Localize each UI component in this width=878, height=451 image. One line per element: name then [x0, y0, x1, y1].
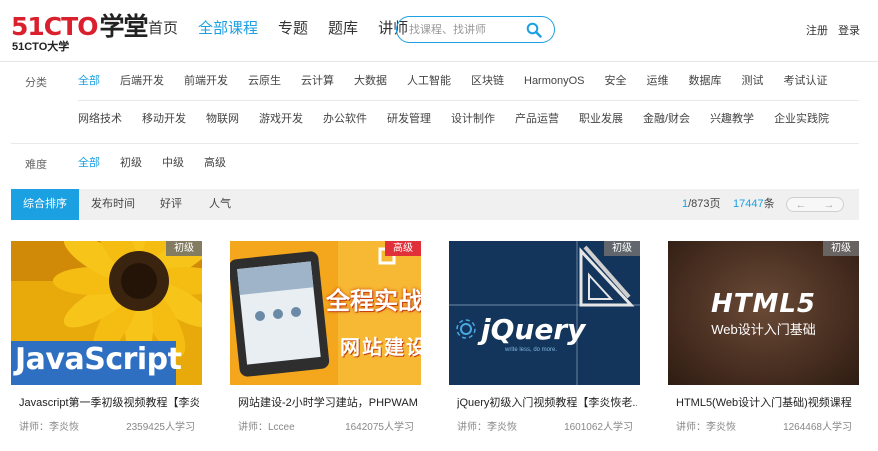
course-card[interactable]: jQuery write less, do more. 初级 jQuery初级入… [449, 241, 640, 441]
sort-bar: 综合排序 发布时间 好评 人气 1/873页 17447条 ← → [11, 189, 859, 220]
logo-wordmark: 51CTO学堂 [11, 12, 148, 41]
category-option-7[interactable]: 区块链 [471, 74, 504, 88]
level-badge: 高级 [385, 241, 421, 256]
course-title[interactable]: HTML5(Web设计入门基础)视频课程 [676, 396, 856, 410]
category-option-0[interactable]: 全部 [78, 74, 100, 88]
course-title[interactable]: Javascript第一季初级视频教程【李炎... [19, 396, 199, 410]
category-option-row2-7[interactable]: 产品运营 [515, 112, 559, 126]
course-title[interactable]: 网站建设-2小时学习建站，PHPWAM... [238, 396, 418, 410]
category-option-row2-10[interactable]: 兴趣教学 [710, 112, 754, 126]
category-option-row2-5[interactable]: 研发管理 [387, 112, 431, 126]
site-header: 51CTO学堂 51CTO大学 首页 全部课程 专题 题库 讲师 注册 登录 [0, 0, 878, 62]
thumbnail-title: JavaScript [15, 342, 182, 377]
thumbnail-title: jQuery [481, 313, 586, 346]
next-page-icon[interactable]: → [824, 199, 835, 211]
filter-divider [11, 143, 859, 144]
level-badge: 初级 [604, 241, 640, 256]
sort-tab-rating[interactable]: 好评 [158, 189, 184, 220]
category-option-row2-0[interactable]: 网络技术 [78, 112, 122, 126]
category-option-6[interactable]: 人工智能 [407, 74, 451, 88]
category-label: 分类 [25, 77, 47, 89]
level-badge: 初级 [166, 241, 202, 256]
course-thumbnail-javascript[interactable]: JavaScript 初级 [11, 241, 202, 385]
total-pages: /873页 [688, 198, 721, 210]
thumbnail-subtitle: 网站建设 [340, 337, 421, 359]
course-card[interactable]: 全程实战 网站建设 高级 网站建设-2小时学习建站，PHPWAM... 讲师：L… [230, 241, 421, 441]
auth-links: 注册 登录 [806, 22, 860, 38]
category-divider [78, 100, 859, 101]
difficulty-option-0[interactable]: 全部 [78, 156, 100, 170]
course-learners: 1601062人学习 [564, 422, 633, 433]
nav-item-topics[interactable]: 专题 [278, 19, 308, 39]
category-option-5[interactable]: 大数据 [354, 74, 387, 88]
course-teacher: 讲师：Lccee [238, 422, 295, 433]
thumbnail-subtitle: Web设计入门基础 [711, 322, 816, 337]
course-learners: 1642075人学习 [345, 422, 414, 433]
category-option-11[interactable]: 数据库 [689, 74, 722, 88]
category-option-row2-3[interactable]: 游戏开发 [259, 112, 303, 126]
nav-item-all-courses[interactable]: 全部课程 [198, 19, 258, 39]
nav-item-question-bank[interactable]: 题库 [328, 19, 358, 39]
course-thumbnail-html5[interactable]: HTML5 Web设计入门基础 初级 [668, 241, 859, 385]
course-learners: 1264468人学习 [783, 422, 852, 433]
category-option-9[interactable]: 安全 [605, 74, 627, 88]
category-option-row2-11[interactable]: 企业实践院 [774, 112, 829, 126]
category-option-row2-2[interactable]: 物联网 [206, 112, 239, 126]
search-icon[interactable] [526, 22, 542, 38]
site-logo[interactable]: 51CTO学堂 51CTO大学 [11, 12, 148, 56]
difficulty-option-3[interactable]: 高级 [204, 156, 226, 170]
course-teacher: 讲师：李炎恢 [676, 422, 736, 433]
course-learners: 2359425人学习 [126, 422, 195, 433]
thumbnail-title: HTML5 [710, 289, 817, 319]
course-thumbnail-website[interactable]: 全程实战 网站建设 高级 [230, 241, 421, 385]
course-teacher: 讲师：李炎恢 [457, 422, 517, 433]
category-option-8[interactable]: HarmonyOS [524, 74, 585, 88]
prev-page-icon[interactable]: ← [796, 199, 807, 211]
thumbnail-title: 全程实战 [326, 288, 421, 315]
category-option-row2-1[interactable]: 移动开发 [142, 112, 186, 126]
course-card[interactable]: HTML5 Web设计入门基础 初级 HTML5(Web设计入门基础)视频课程 … [668, 241, 859, 441]
category-option-10[interactable]: 运维 [647, 74, 669, 88]
course-thumbnail-jquery[interactable]: jQuery write less, do more. 初级 [449, 241, 640, 385]
category-option-row2-6[interactable]: 设计制作 [451, 112, 495, 126]
course-card[interactable]: JavaScript 初级 Javascript第一季初级视频教程【李炎... … [11, 241, 202, 441]
category-option-3[interactable]: 云原生 [248, 74, 281, 88]
category-filter-row-2: 网络技术 移动开发 物联网 游戏开发 办公软件 研发管理 设计制作 产品运营 职业发展 金融/财会… [78, 112, 849, 126]
category-option-1[interactable]: 后端开发 [120, 74, 164, 88]
pager-arrows: ← → [786, 197, 844, 212]
category-option-13[interactable]: 考试认证 [784, 74, 828, 88]
category-option-12[interactable]: 测试 [742, 74, 764, 88]
course-teacher: 讲师：李炎恢 [19, 422, 79, 433]
result-count-unit: 条 [763, 198, 775, 210]
search-box [396, 16, 555, 43]
search-input[interactable] [409, 22, 519, 38]
category-option-row2-4[interactable]: 办公软件 [323, 112, 367, 126]
course-title[interactable]: jQuery初级入门视频教程【李炎恢老... [457, 396, 637, 410]
category-option-2[interactable]: 前端开发 [184, 74, 228, 88]
category-option-4[interactable]: 云计算 [301, 74, 334, 88]
sort-tab-popularity[interactable]: 人气 [207, 189, 233, 220]
category-option-row2-9[interactable]: 金融/财会 [643, 112, 690, 126]
category-option-row2-8[interactable]: 职业发展 [579, 112, 623, 126]
category-filter-row-1: 全部 后端开发 前端开发 云原生 云计算 大数据 人工智能 区块链 HarmonyOS 安全 运维 数… [78, 74, 848, 88]
result-count: 17447条 [733, 189, 775, 220]
thumbnail-slogan: write less, do more. [505, 347, 558, 353]
nav-item-home[interactable]: 首页 [148, 19, 178, 39]
page-indicator: 1/873页 [682, 189, 721, 220]
level-badge: 初级 [823, 241, 859, 256]
difficulty-filter-row: 全部 初级 中级 高级 [78, 156, 246, 170]
difficulty-label: 难度 [25, 159, 47, 171]
logo-subtitle: 51CTO大学 [12, 41, 70, 53]
register-link[interactable]: 注册 [806, 22, 828, 38]
sort-tab-default[interactable]: 综合排序 [11, 189, 79, 220]
difficulty-option-2[interactable]: 中级 [162, 156, 184, 170]
main-nav: 首页 全部课程 专题 题库 讲师 [148, 19, 428, 39]
sort-tab-publish-time[interactable]: 发布时间 [91, 189, 135, 220]
difficulty-option-1[interactable]: 初级 [120, 156, 142, 170]
login-link[interactable]: 登录 [838, 22, 860, 38]
result-count-value: 17447 [733, 198, 764, 210]
